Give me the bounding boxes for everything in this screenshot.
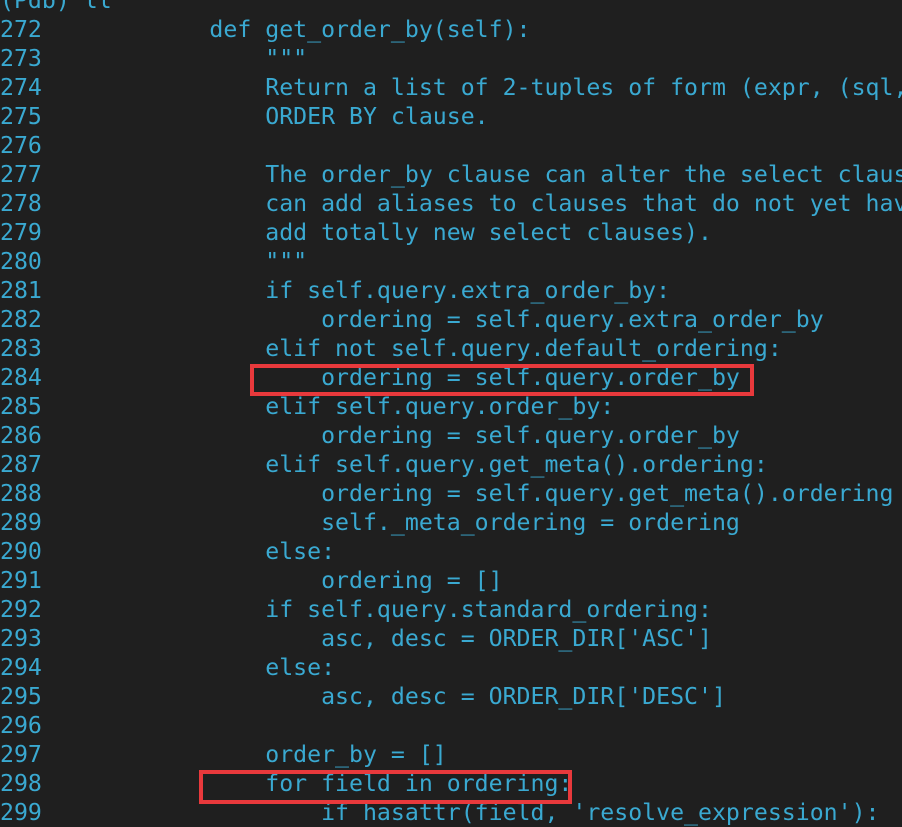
code-line: 274 Return a list of 2-tuples of form (e… (0, 73, 902, 102)
code-line: 279 add totally new select clauses). (0, 218, 902, 247)
line-number: 290 (0, 538, 42, 565)
line-number: 274 (0, 74, 42, 101)
code-text: ordering = self.query.order_by (97, 422, 740, 449)
code-text: elif not self.query.default_ordering: (97, 335, 782, 362)
line-number: 299 (0, 799, 42, 826)
line-number: 298 (0, 770, 42, 797)
code-line: 280 """ (0, 247, 902, 276)
code-line: 294 else: (0, 653, 902, 682)
code-text: asc, desc = ORDER_DIR['ASC'] (97, 625, 712, 652)
pdb-prompt: (Pdb) ll (0, 0, 112, 14)
line-number: 287 (0, 451, 42, 478)
code-line: 275 ORDER BY clause. (0, 102, 902, 131)
code-line: 297 order_by = [] (0, 740, 902, 769)
line-number: 276 (0, 132, 42, 159)
code-text: Return a list of 2-tuples of form (expr,… (97, 74, 902, 101)
line-number: 278 (0, 190, 42, 217)
line-number: 291 (0, 567, 42, 594)
code-text: else: (97, 538, 336, 565)
line-number: 279 (0, 219, 42, 246)
line-number: 282 (0, 306, 42, 333)
code-line: 293 asc, desc = ORDER_DIR['ASC'] (0, 624, 902, 653)
line-number: 277 (0, 161, 42, 188)
line-number: 295 (0, 683, 42, 710)
code-line: 290 else: (0, 537, 902, 566)
line-number: 275 (0, 103, 42, 130)
line-number: 285 (0, 393, 42, 420)
code-line: 282 ordering = self.query.extra_order_by (0, 305, 902, 334)
line-number: 286 (0, 422, 42, 449)
code-text: else: (97, 654, 336, 681)
line-number: 294 (0, 654, 42, 681)
highlight-box-line-284 (250, 364, 754, 396)
code-line: 288 ordering = self.query.get_meta().ord… (0, 479, 902, 508)
line-number: 281 (0, 277, 42, 304)
code-line: 272 def get_order_by(self): (0, 15, 902, 44)
code-text: if self.query.standard_ordering: (97, 596, 712, 623)
code-line: 289 self._meta_ordering = ordering (0, 508, 902, 537)
code-line: 286 ordering = self.query.order_by (0, 421, 902, 450)
code-text: elif self.query.order_by: (97, 393, 615, 420)
code-text: """ (97, 248, 308, 275)
line-number: 289 (0, 509, 42, 536)
code-text: can add aliases to clauses that do not y… (97, 190, 902, 217)
code-text: def get_order_by(self): (97, 16, 531, 43)
code-text: ordering = self.query.extra_order_by (97, 306, 824, 333)
code-line: 292 if self.query.standard_ordering: (0, 595, 902, 624)
code-text: The order_by clause can alter the select… (97, 161, 902, 188)
code-line: 283 elif not self.query.default_ordering… (0, 334, 902, 363)
line-number: 292 (0, 596, 42, 623)
line-number: 293 (0, 625, 42, 652)
line-number: 272 (0, 16, 42, 43)
code-line: 291 ordering = [] (0, 566, 902, 595)
code-line: 285 elif self.query.order_by: (0, 392, 902, 421)
code-text: ordering = self.query.get_meta().orderin… (97, 480, 894, 507)
line-number: 283 (0, 335, 42, 362)
code-text: if self.query.extra_order_by: (97, 277, 671, 304)
code-text: """ (97, 45, 308, 72)
code-text: elif self.query.get_meta().ordering: (97, 451, 768, 478)
terminal-output: (Pdb) ll 272 def get_order_by(self): 273 … (0, 0, 902, 827)
line-number: 284 (0, 364, 42, 391)
code-line: 277 The order_by clause can alter the se… (0, 160, 902, 189)
code-line: 287 elif self.query.get_meta().ordering: (0, 450, 902, 479)
code-line: 273 """ (0, 44, 902, 73)
line-number: 296 (0, 712, 42, 739)
code-line: 281 if self.query.extra_order_by: (0, 276, 902, 305)
line-number: 297 (0, 741, 42, 768)
highlight-box-line-298 (199, 770, 572, 804)
line-number: 280 (0, 248, 42, 275)
code-text: asc, desc = ORDER_DIR['DESC'] (97, 683, 726, 710)
code-line: 278 can add aliases to clauses that do n… (0, 189, 902, 218)
code-text: self._meta_ordering = ordering (97, 509, 740, 536)
line-number: 273 (0, 45, 42, 72)
code-text: ordering = [] (97, 567, 503, 594)
code-line: 295 asc, desc = ORDER_DIR['DESC'] (0, 682, 902, 711)
code-text: order_by = [] (97, 741, 447, 768)
code-line: 296 (0, 711, 902, 740)
code-line: 276 (0, 131, 902, 160)
code-text: add totally new select clauses). (97, 219, 712, 246)
code-text: ORDER BY clause. (97, 103, 489, 130)
line-number: 288 (0, 480, 42, 507)
